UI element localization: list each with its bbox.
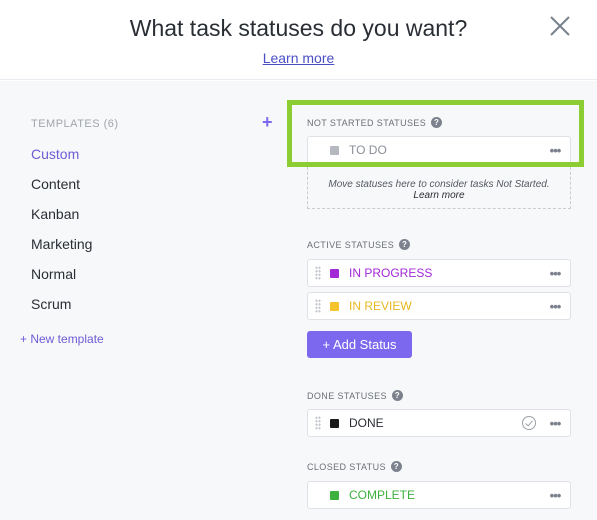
modal-header: What task statuses do you want? Learn mo… <box>0 0 597 80</box>
modal-title: What task statuses do you want? <box>129 15 468 41</box>
status-row-complete[interactable]: COMPLETE ••• <box>307 481 571 509</box>
close-icon[interactable] <box>547 13 573 39</box>
status-row-in-progress[interactable]: IN PROGRESS ••• <box>307 259 571 287</box>
status-row-done[interactable]: DONE ••• <box>307 409 571 437</box>
check-circle-icon[interactable] <box>522 416 536 430</box>
drag-handle-icon[interactable] <box>308 410 328 436</box>
status-name[interactable]: COMPLETE <box>349 488 540 502</box>
learn-more-link[interactable]: Learn more <box>263 50 335 66</box>
add-status-button[interactable]: + Add Status <box>307 331 412 358</box>
not-started-drop-zone[interactable]: Move statuses here to consider tasks Not… <box>307 167 571 209</box>
status-color-swatch[interactable] <box>330 418 339 428</box>
drop-hint-text: Move statuses here to consider tasks Not… <box>328 179 550 190</box>
modal-body: TEMPLATES (6) + Custom Content Kanban Ma… <box>0 81 597 520</box>
done-section-label: DONE STATUSES ? <box>307 390 403 401</box>
drag-handle-icon <box>308 482 328 508</box>
help-icon[interactable]: ? <box>391 390 403 401</box>
drop-learn-more-link[interactable]: Learn more <box>308 190 570 201</box>
template-item-scrum[interactable]: Scrum <box>31 294 92 324</box>
more-options-icon[interactable]: ••• <box>540 299 570 314</box>
status-name[interactable]: IN PROGRESS <box>349 266 540 280</box>
template-item-normal[interactable]: Normal <box>31 264 92 294</box>
plus-icon[interactable]: + <box>262 112 273 133</box>
active-section-label: ACTIVE STATUSES ? <box>307 239 411 250</box>
help-icon[interactable]: ? <box>399 239 411 250</box>
templates-heading: TEMPLATES (6) <box>31 118 119 130</box>
template-item-content[interactable]: Content <box>31 174 92 204</box>
more-options-icon[interactable]: ••• <box>540 416 570 431</box>
status-name[interactable]: DONE <box>349 416 522 430</box>
highlight-box <box>287 100 584 167</box>
status-row-in-review[interactable]: IN REVIEW ••• <box>307 292 571 320</box>
drag-handle-icon[interactable] <box>308 293 328 319</box>
closed-label: CLOSED STATUS <box>307 461 386 472</box>
template-item-kanban[interactable]: Kanban <box>31 204 92 234</box>
template-list: Custom Content Kanban Marketing Normal S… <box>31 144 92 324</box>
new-template-link[interactable]: + New template <box>20 332 104 346</box>
template-item-custom[interactable]: Custom <box>31 144 92 174</box>
closed-section-label: CLOSED STATUS ? <box>307 461 402 472</box>
status-color-swatch[interactable] <box>330 490 339 500</box>
more-options-icon[interactable]: ••• <box>540 488 570 503</box>
status-color-swatch[interactable] <box>330 301 339 311</box>
status-name[interactable]: IN REVIEW <box>349 299 540 313</box>
active-label: ACTIVE STATUSES <box>307 239 395 250</box>
template-item-marketing[interactable]: Marketing <box>31 234 92 264</box>
drag-handle-icon[interactable] <box>308 260 328 286</box>
status-color-swatch[interactable] <box>330 268 339 278</box>
help-icon[interactable]: ? <box>390 461 402 472</box>
done-label: DONE STATUSES <box>307 390 387 401</box>
more-options-icon[interactable]: ••• <box>540 266 570 281</box>
